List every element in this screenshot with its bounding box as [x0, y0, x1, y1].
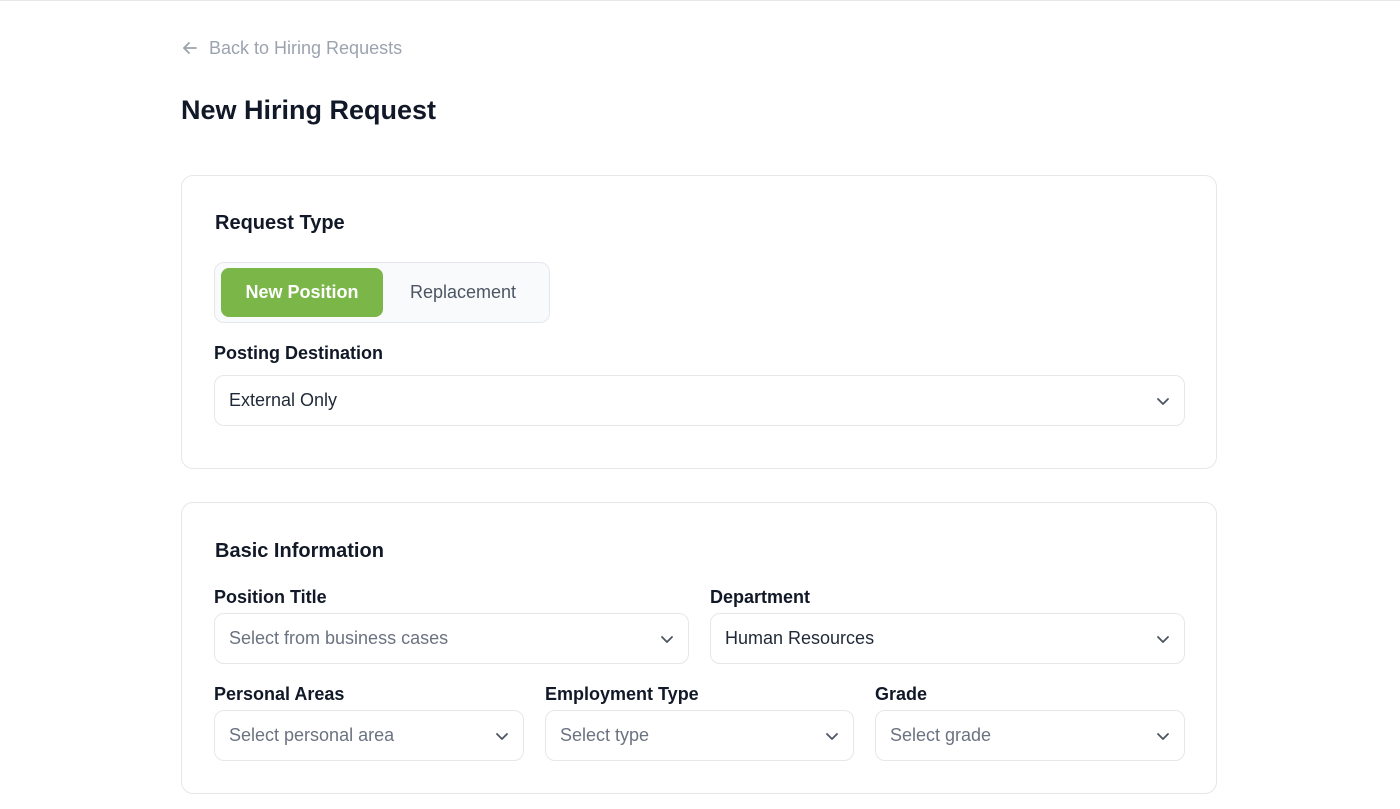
position-title-placeholder: Select from business cases	[229, 628, 449, 648]
employment-type-placeholder: Select type	[560, 725, 650, 745]
top-divider	[0, 0, 1400, 1]
grade-placeholder: Select grade	[890, 725, 992, 745]
page-title: New Hiring Request	[181, 95, 437, 125]
department-select[interactable]: Human Resources	[710, 613, 1185, 664]
employment-type-select[interactable]: Select type	[545, 710, 854, 761]
chevron-down-icon	[495, 729, 509, 748]
position-title-label: Position Title	[214, 587, 327, 607]
personal-areas-placeholder: Select personal area	[229, 725, 395, 745]
arrow-left-icon	[181, 39, 199, 57]
department-label: Department	[710, 587, 811, 607]
position-title-select[interactable]: Select from business cases	[214, 613, 689, 664]
employment-type-label: Employment Type	[545, 684, 699, 704]
posting-destination-value: External Only	[229, 390, 338, 410]
posting-destination-label: Posting Destination	[214, 343, 384, 363]
grade-select[interactable]: Select grade	[875, 710, 1185, 761]
basic-information-title: Basic Information	[215, 540, 384, 562]
department-value: Human Resources	[725, 628, 875, 648]
chevron-down-icon	[825, 729, 839, 748]
chevron-down-icon	[1156, 394, 1170, 413]
request-type-card: Request Type New Position Replacement Po…	[181, 175, 1217, 469]
request-type-title: Request Type	[215, 212, 345, 234]
request-type-toggle: New Position Replacement	[214, 262, 550, 323]
personal-areas-label: Personal Areas	[214, 684, 345, 704]
back-link-label[interactable]: Back to Hiring Requests	[209, 38, 402, 59]
replacement-option[interactable]: Replacement	[387, 268, 539, 317]
chevron-down-icon	[660, 632, 674, 651]
back-to-hiring-requests-link[interactable]: Back to Hiring Requests	[181, 36, 402, 60]
chevron-down-icon	[1156, 632, 1170, 651]
chevron-down-icon	[1156, 729, 1170, 748]
basic-information-card: Basic Information Position Title Select …	[181, 502, 1217, 794]
grade-label: Grade	[875, 684, 928, 704]
personal-areas-select[interactable]: Select personal area	[214, 710, 524, 761]
new-position-option[interactable]: New Position	[221, 268, 383, 317]
posting-destination-select[interactable]: External Only	[214, 375, 1185, 426]
